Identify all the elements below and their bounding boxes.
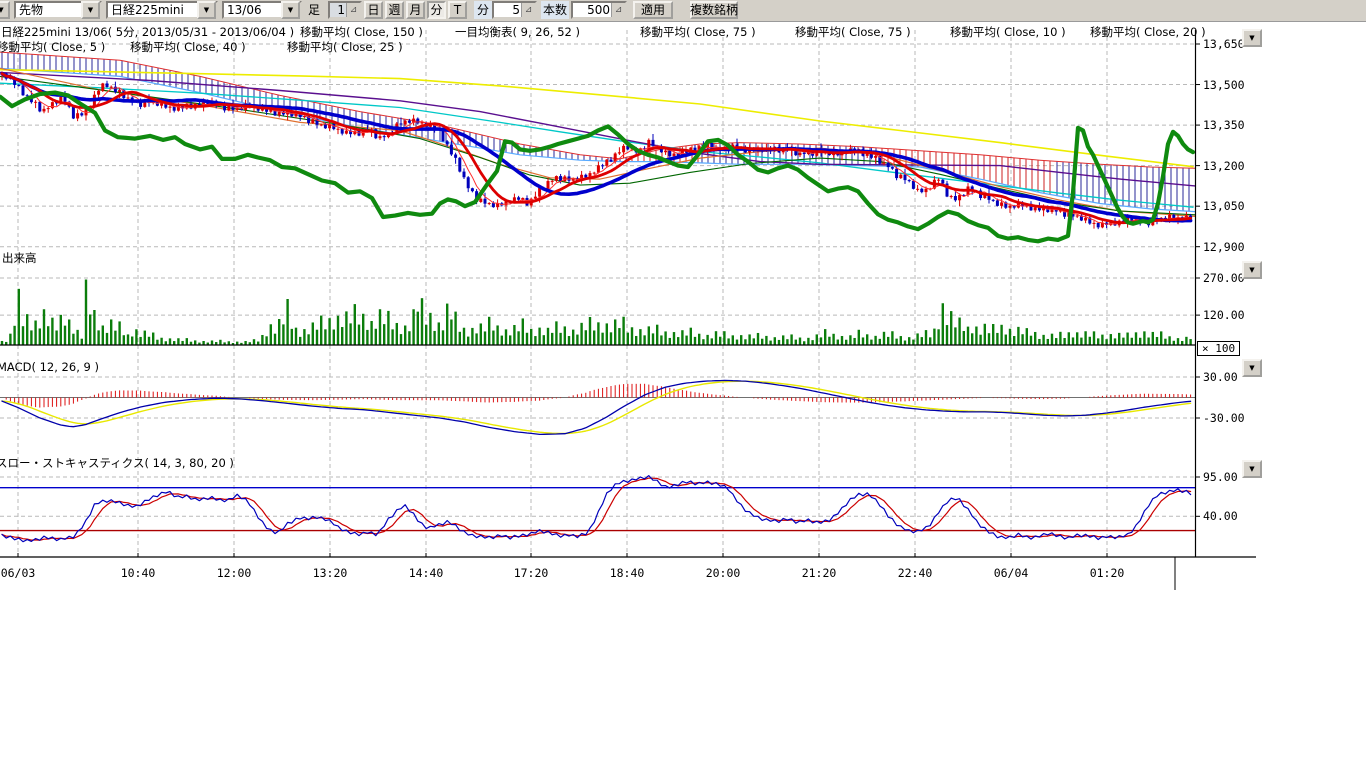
- contract-month-combobox[interactable]: 13/06 ▼: [222, 1, 302, 19]
- time-axis-label: 10:40: [116, 566, 160, 580]
- ma20-thick-blue: [2, 74, 1191, 221]
- macd-pane: [0, 380, 1195, 434]
- price-moving-averages: [2, 74, 1191, 225]
- legend-item: 移動平均( Close, 10 ): [950, 24, 1066, 40]
- volume-axis-label: 120.00: [1203, 308, 1245, 322]
- legend-item: 一目均衡表( 9, 26, 52 ): [455, 24, 580, 40]
- chart-application-window: ▼ 先物 ▼ 日経225mini ▼ 13/06 ▼ 足 1 ⊿ 日 週 月 分…: [0, 0, 1366, 768]
- chevron-down-icon[interactable]: ▼: [81, 1, 100, 19]
- period-tick-button[interactable]: T: [448, 1, 467, 19]
- bar-interval-value: 1: [330, 2, 346, 18]
- macd-pane-label: MACD( 12, 26, 9 ): [0, 360, 99, 374]
- chevron-down-icon[interactable]: ▼: [197, 1, 216, 19]
- apply-button[interactable]: 適用: [633, 1, 673, 19]
- price-axis-label: 13,200: [1203, 159, 1245, 173]
- symbol-value: 日経225mini: [108, 2, 197, 18]
- macd-pane-menu-button[interactable]: ▼: [1242, 359, 1262, 377]
- volume-multiplier-badge: × 100: [1197, 341, 1240, 356]
- price-axis-label: 13,500: [1203, 78, 1245, 92]
- price-axis-label: 13,050: [1203, 199, 1245, 213]
- time-axis-label: 18:40: [605, 566, 649, 580]
- time-axis-label: 01:20: [1085, 566, 1129, 580]
- time-axis-label: 22:40: [893, 566, 937, 580]
- price-pane-menu-button[interactable]: ▼: [1242, 29, 1262, 47]
- macd-axis-label: 30.00: [1203, 370, 1238, 384]
- bar-count-value: 500: [573, 2, 611, 18]
- stoch-axis-label: 40.00: [1203, 509, 1238, 523]
- bar-count-label: 本数: [541, 1, 569, 19]
- price-axis-label: 12,900: [1203, 240, 1245, 254]
- time-axis-label: 06/04: [989, 566, 1033, 580]
- time-axis-label: 13:20: [308, 566, 352, 580]
- clipped-combo-arrow-icon[interactable]: ▼: [0, 1, 10, 19]
- time-axis-label: 14:40: [404, 566, 448, 580]
- time-axis-label: 17:20: [509, 566, 553, 580]
- time-axis-label: 12:00: [212, 566, 256, 580]
- macd-histogram: [6, 384, 1190, 408]
- stoch-pane-label: スロー・ストキャスティクス( 14, 3, 80, 20 ): [0, 455, 234, 471]
- price-axis-label: 13,650: [1203, 37, 1245, 51]
- legend-item: 移動平均( Close, 75 ): [795, 24, 911, 40]
- minute-interval-stepper[interactable]: 5 ⊿: [492, 1, 537, 19]
- ma10-thick-red: [2, 74, 1191, 223]
- symbol-combobox[interactable]: 日経225mini ▼: [106, 1, 218, 19]
- period-weekly-button[interactable]: 週: [385, 1, 404, 19]
- legend-item: 移動平均( Close, 5 ): [0, 39, 105, 55]
- volume-pane-menu-button[interactable]: ▼: [1242, 261, 1262, 279]
- bar-count-stepper[interactable]: 500 ⊿: [571, 1, 627, 19]
- spinner-icon[interactable]: ⊿: [346, 3, 360, 17]
- legend-item: 日経225mini 13/06( 5分, 2013/05/31 - 2013/0…: [1, 24, 294, 40]
- stoch-axis-label: 95.00: [1203, 470, 1238, 484]
- time-axis-label: 21:20: [797, 566, 841, 580]
- legend-item: 移動平均( Close, 20 ): [1090, 24, 1206, 40]
- legend-item: 移動平均( Close, 75 ): [640, 24, 756, 40]
- volume-axis-label: 270.00: [1203, 271, 1245, 285]
- stoch-pane-menu-button[interactable]: ▼: [1242, 460, 1262, 478]
- stochastics-pane: [0, 476, 1195, 542]
- legend-item: 移動平均( Close, 25 ): [287, 39, 403, 55]
- spinner-icon[interactable]: ⊿: [611, 3, 625, 17]
- instrument-type-value: 先物: [16, 2, 81, 18]
- minute-label: 分: [474, 1, 492, 19]
- instrument-type-combobox[interactable]: 先物 ▼: [14, 1, 102, 19]
- legend-item: 移動平均( Close, 40 ): [130, 39, 246, 55]
- bar-type-label: 足: [306, 1, 322, 19]
- bar-interval-stepper[interactable]: 1 ⊿: [328, 1, 362, 19]
- legend-item: 移動平均( Close, 150 ): [300, 24, 423, 40]
- volume-bars: [0, 280, 1195, 345]
- chart-canvas[interactable]: [0, 0, 1366, 768]
- period-monthly-button[interactable]: 月: [406, 1, 425, 19]
- time-axis-label: 06/03: [0, 566, 40, 580]
- main-toolbar: ▼ 先物 ▼ 日経225mini ▼ 13/06 ▼ 足 1 ⊿ 日 週 月 分…: [0, 0, 1366, 22]
- spinner-icon[interactable]: ⊿: [521, 3, 535, 17]
- macd-axis-label: -30.00: [1203, 411, 1245, 425]
- time-axis-label: 20:00: [701, 566, 745, 580]
- candle-bodies: [1, 74, 1193, 228]
- axes-frame: [0, 30, 1256, 590]
- period-minute-button[interactable]: 分: [427, 1, 446, 19]
- period-daily-button[interactable]: 日: [364, 1, 383, 19]
- contract-month-value: 13/06: [224, 2, 281, 18]
- volume-pane-label: 出来高: [2, 250, 37, 266]
- multi-symbol-button[interactable]: 複数銘柄: [690, 1, 738, 19]
- chevron-down-icon[interactable]: ▼: [281, 1, 300, 19]
- price-axis-label: 13,350: [1203, 118, 1245, 132]
- minute-interval-value: 5: [494, 2, 521, 18]
